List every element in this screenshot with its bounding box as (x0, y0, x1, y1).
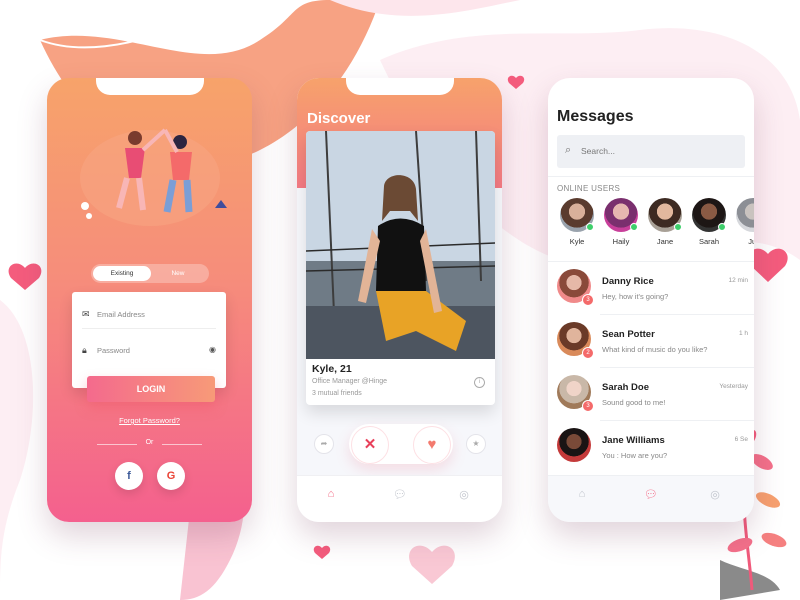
conversation-row[interactable]: Jane Williams You : How are you? 6 Se (557, 428, 752, 478)
avatar (736, 198, 754, 232)
conversation-row[interactable]: 3 Sarah Doe Sound good to me! Yesterday (557, 375, 752, 425)
online-user-name: Jul (748, 237, 754, 246)
avatar (557, 428, 591, 462)
close-icon[interactable]: ✕ (351, 426, 389, 464)
online-user-name: Sarah (698, 237, 719, 246)
facebook-button[interactable]: f (115, 462, 143, 490)
unread-badge: 3 (582, 400, 594, 412)
conversation-time: 1 h (738, 330, 748, 337)
email-field[interactable]: ✉ Email Address (82, 302, 216, 329)
conversation-preview: You : How are you? (602, 451, 668, 460)
online-status-dot (586, 223, 594, 231)
share-icon[interactable]: ➦ (314, 434, 334, 454)
password-placeholder: Password (97, 346, 130, 355)
online-users-label: ONLINE USERS (557, 184, 621, 193)
info-icon[interactable]: i (474, 377, 485, 388)
home-icon[interactable]: ⌂ (324, 488, 338, 502)
phone-notch (345, 78, 454, 95)
page-title: Messages (557, 108, 634, 125)
existing-new-toggle[interactable]: Existing New (91, 264, 209, 283)
search-placeholder: Search... (581, 146, 616, 156)
conversation-time: 12 min (728, 277, 748, 284)
online-user-name: Haily (612, 237, 630, 246)
facebook-icon: f (127, 470, 131, 482)
conversation-name: Sarah Doe (602, 382, 649, 393)
avatar (604, 198, 638, 232)
conversation-name: Danny Rice (602, 276, 654, 287)
conversation-name: Jane Williams (602, 435, 665, 446)
chat-icon[interactable]: 💬︎ (644, 488, 658, 502)
conversation-row[interactable]: 3 Danny Rice Hey, how it's going? 12 min (557, 269, 752, 319)
conversation-time: 6 Se (734, 436, 748, 443)
online-user[interactable]: Jul (733, 198, 754, 246)
online-status-dot (630, 223, 638, 231)
eye-icon[interactable]: ◉ (209, 345, 216, 354)
login-button[interactable]: LOGIN (87, 376, 215, 402)
conversation-time: Yesterday (719, 383, 748, 390)
online-user[interactable]: Haily (601, 198, 641, 246)
lock-icon: 🔒︎ (82, 345, 87, 355)
user-icon[interactable]: ◎ (457, 488, 471, 502)
divider (600, 420, 754, 421)
search-input[interactable]: ⌕ Search... (557, 135, 745, 168)
conversation-name: Sean Potter (602, 329, 655, 340)
profile-job: Office Manager @Hinge (312, 378, 388, 385)
avatar (648, 198, 682, 232)
login-form-card: ✉ Email Address 🔒︎ Password ◉ (72, 292, 226, 388)
online-status-dot (674, 223, 682, 231)
conversation-preview: Hey, how it's going? (602, 292, 669, 301)
password-field[interactable]: 🔒︎ Password ◉ (82, 338, 216, 364)
mail-icon: ✉ (82, 309, 90, 319)
google-icon: G (166, 470, 176, 482)
profile-name: Kyle, 21 (312, 363, 352, 375)
star-icon[interactable]: ★ (466, 434, 486, 454)
home-icon[interactable]: ⌂ (575, 488, 589, 502)
swipe-actions: ✕ ♥ (349, 424, 453, 464)
unread-badge: 2 (582, 347, 594, 359)
online-user[interactable]: Sarah (689, 198, 729, 246)
mutual-friends: 3 mutual friends (312, 390, 362, 397)
online-user-name: Kyle (569, 237, 585, 246)
or-divider: Or (87, 439, 212, 449)
conversation-preview: Sound good to me! (602, 398, 666, 407)
email-placeholder: Email Address (97, 310, 145, 319)
chat-icon[interactable]: 💬︎ (393, 488, 407, 502)
login-phone-screen: Existing New ✉ Email Address 🔒︎ Password… (47, 78, 252, 522)
couple-illustration (80, 128, 227, 226)
heart-icon[interactable]: ♥ (413, 426, 451, 464)
tab-existing[interactable]: Existing (93, 266, 151, 281)
bottom-tab-bar: ⌂ 💬︎ ◎ (548, 475, 754, 522)
conversation-row[interactable]: 2 Sean Potter What kind of music do you … (557, 322, 752, 372)
online-user-name: Jane (656, 237, 674, 246)
page-title: Discover (307, 110, 371, 127)
online-user[interactable]: Jane (645, 198, 685, 246)
divider (600, 367, 754, 368)
search-icon: ⌕ (565, 144, 572, 156)
divider (548, 176, 754, 177)
bottom-tab-bar: ⌂ 💬︎ ◎ (297, 475, 502, 522)
online-status-dot (718, 223, 726, 231)
forgot-password-link[interactable]: Forgot Password? (47, 416, 252, 425)
online-user[interactable]: Kyle (557, 198, 597, 246)
avatar (560, 198, 594, 232)
divider (600, 314, 754, 315)
avatar (692, 198, 726, 232)
conversation-preview: What kind of music do you like? (602, 345, 708, 354)
profile-card[interactable]: Kyle, 21 Office Manager @Hinge 3 mutual … (306, 131, 495, 405)
discover-phone-screen: Discover Kyle, 21 Office Manager @Hinge … (297, 78, 502, 522)
tab-new[interactable]: New (149, 266, 207, 281)
profile-photo (306, 131, 495, 359)
divider (548, 261, 754, 262)
user-icon[interactable]: ◎ (708, 488, 722, 502)
messages-phone-screen: Messages ⌕ Search... ONLINE USERS Kyle H… (548, 78, 754, 522)
online-users-row: Kyle Haily Jane Sarah Jul (557, 198, 754, 254)
google-button[interactable]: G (157, 462, 185, 490)
phone-notch (597, 78, 705, 95)
phone-notch (95, 78, 204, 95)
unread-badge: 3 (582, 294, 594, 306)
